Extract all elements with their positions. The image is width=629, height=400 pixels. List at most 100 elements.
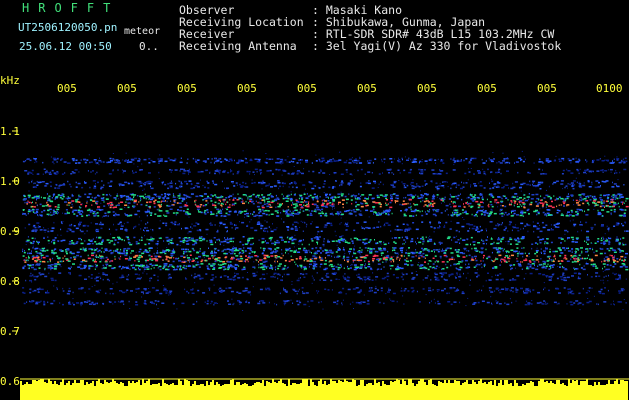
spectrogram-pixel bbox=[320, 169, 322, 171]
spectrogram-pixel bbox=[410, 183, 412, 186]
spectrogram-pixel bbox=[619, 259, 621, 261]
spectrogram-pixel bbox=[545, 224, 548, 226]
spectrogram-pixel bbox=[260, 247, 262, 249]
spectrogram-pixel bbox=[51, 214, 53, 216]
spectrogram-pixel bbox=[75, 200, 78, 203]
spectrogram-pixel bbox=[329, 204, 332, 207]
spectrogram-pixel bbox=[32, 264, 35, 266]
spectrogram-pixel bbox=[573, 215, 575, 217]
spectrogram-pixel bbox=[575, 211, 578, 213]
spectrogram-pixel bbox=[584, 199, 586, 202]
spectrogram-pixel bbox=[312, 255, 316, 257]
spectrogram-pixel bbox=[367, 276, 371, 278]
spectrogram-pixel bbox=[302, 184, 306, 186]
spectrogram-pixel bbox=[45, 182, 49, 185]
spectrogram-pixel bbox=[239, 260, 243, 262]
spectrogram-pixel bbox=[78, 194, 80, 197]
spectrogram-pixel bbox=[248, 202, 250, 204]
spectrogram-pixel bbox=[94, 173, 96, 175]
spectrogram-pixel bbox=[513, 212, 516, 215]
spectrogram-pixel bbox=[43, 227, 45, 229]
spectrogram-pixel bbox=[390, 194, 392, 196]
spectrogram-pixel bbox=[144, 183, 146, 186]
spectrogram-pixel bbox=[213, 254, 216, 257]
spectrogram-pixel bbox=[361, 194, 365, 196]
spectrogram-pixel bbox=[604, 252, 607, 255]
spectrogram-pixel bbox=[161, 182, 163, 185]
spectrogram-pixel bbox=[531, 267, 535, 269]
spectrogram-pixel bbox=[53, 252, 57, 254]
spectrogram-pixel bbox=[369, 289, 372, 291]
spectrogram-pixel bbox=[423, 249, 425, 251]
spectrogram-pixel bbox=[541, 221, 544, 224]
spectrogram-pixel bbox=[230, 181, 234, 183]
spectrogram-pixel bbox=[516, 252, 519, 255]
spectrogram-pixel bbox=[120, 228, 123, 230]
spectrogram-pixel bbox=[51, 249, 54, 252]
spectrogram-pixel bbox=[612, 265, 615, 268]
spectrogram-pixel bbox=[124, 181, 128, 184]
spectrogram-pixel bbox=[500, 247, 503, 250]
spectrogram-pixel bbox=[350, 199, 353, 201]
spectrogram-pixel bbox=[31, 197, 35, 199]
spectrogram-pixel bbox=[579, 186, 583, 188]
spectrogram-pixel bbox=[67, 202, 71, 204]
spectrogram-pixel bbox=[367, 227, 371, 229]
spectrogram-pixel bbox=[453, 205, 457, 207]
spectrogram-pixel bbox=[575, 248, 579, 250]
spectrogram-pixel bbox=[541, 205, 544, 207]
spectrogram-pixel bbox=[511, 201, 513, 203]
spectrogram-pixel bbox=[541, 252, 542, 254]
spectrogram-pixel bbox=[521, 236, 525, 238]
spectrogram-pixel bbox=[459, 275, 461, 277]
spectrogram-pixel bbox=[479, 194, 483, 196]
spectrogram-pixel bbox=[67, 180, 69, 183]
spectrogram-pixel bbox=[256, 194, 260, 197]
spectrogram-pixel bbox=[326, 276, 330, 278]
spectrogram-pixel bbox=[214, 206, 217, 209]
spectrogram-pixel bbox=[263, 230, 267, 232]
spectrogram-pixel bbox=[90, 277, 93, 279]
spectrogram-pixel bbox=[535, 193, 539, 196]
spectrogram-pixel bbox=[221, 250, 223, 253]
spectrogram-pixel bbox=[295, 263, 297, 266]
spectrogram-pixel bbox=[187, 257, 190, 259]
spectrogram-pixel bbox=[198, 159, 200, 161]
spectrogram-pixel bbox=[293, 206, 297, 209]
spectrogram-pixel bbox=[194, 158, 196, 161]
spectrogram-pixel bbox=[495, 274, 496, 276]
spectrogram-pixel bbox=[150, 211, 152, 214]
spectrogram-pixel bbox=[266, 202, 269, 205]
spectrogram-pixel bbox=[360, 264, 364, 266]
spectrogram-pixel bbox=[248, 195, 252, 198]
spectrogram-pixel bbox=[468, 202, 472, 205]
spectrogram-pixel bbox=[56, 208, 60, 211]
spectrogram-pixel bbox=[520, 252, 524, 255]
spectrogram-pixel bbox=[246, 170, 249, 173]
spectrogram-pixel bbox=[596, 170, 600, 172]
spectrogram-pixel bbox=[157, 215, 161, 217]
spectrogram-pixel bbox=[284, 265, 287, 267]
spectrogram-pixel bbox=[618, 290, 622, 292]
spectrogram-pixel bbox=[120, 225, 124, 227]
spectrogram-pixel bbox=[277, 267, 280, 270]
spectrogram-pixel bbox=[522, 203, 526, 205]
spectrogram-pixel bbox=[434, 251, 435, 253]
spectrogram-pixel bbox=[556, 197, 557, 200]
spectrogram-pixel bbox=[348, 213, 350, 215]
spectrogram-pixel bbox=[76, 241, 79, 243]
spectrogram-pixel bbox=[178, 202, 182, 204]
spectrogram-pixel bbox=[608, 268, 610, 271]
spectrogram-pixel bbox=[316, 238, 320, 241]
spectrogram-pixel bbox=[561, 173, 564, 175]
spectrogram-pixel bbox=[533, 230, 535, 233]
spectrogram-pixel bbox=[85, 161, 87, 164]
spectrogram-pixel bbox=[611, 199, 614, 201]
spectrogram-pixel bbox=[600, 202, 603, 205]
spectrogram-pixel bbox=[51, 227, 55, 229]
spectrogram-pixel bbox=[236, 172, 239, 175]
spectrogram-pixel bbox=[35, 160, 37, 162]
spectrogram-pixel bbox=[148, 182, 152, 185]
spectrogram-pixel bbox=[109, 193, 111, 196]
spectrogram-pixel bbox=[601, 215, 603, 217]
